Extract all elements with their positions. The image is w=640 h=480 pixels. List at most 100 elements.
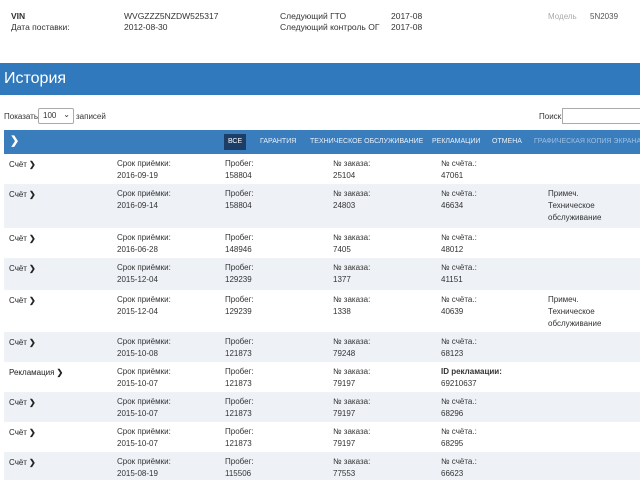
invoice-number-cell: № счёта.: 66623 — [441, 456, 477, 480]
table-row: Счёт ❯ Срок приёмки: 2016-09-19 Пробег: 15880… — [4, 154, 640, 184]
order-number-cell: № заказа: 79248 — [333, 336, 370, 360]
vin-value: WVGZZZ5NZDW525317 — [124, 11, 219, 21]
order-number-value: 1338 — [333, 307, 351, 316]
mileage-value: 129239 — [225, 275, 252, 284]
vin-label: VIN — [11, 11, 26, 21]
table-row: Счёт ❯ Срок приёмки: 2016-09-14 Пробег: 15880… — [4, 184, 640, 228]
note-cell: Примеч. Техническое обслуживание — [548, 294, 628, 330]
order-number-cell: № заказа: 79197 — [333, 366, 370, 390]
order-number-cell: № заказа: 1377 — [333, 262, 370, 286]
invoice-number-label: ID рекламации: — [441, 367, 502, 376]
row-type-label: Рекламация — [9, 368, 55, 377]
table-row: Рекламация ❯ Срок приёмки: 2015-10-07 Пробег… — [4, 362, 640, 392]
mileage-label: Пробег: — [225, 337, 254, 346]
expand-chevron-icon[interactable]: ❯ — [10, 134, 19, 147]
order-number-value: 79197 — [333, 379, 356, 388]
tab-maintenance[interactable]: Техническое обслуживание — [306, 134, 427, 150]
row-type-link[interactable]: Счёт ❯ — [9, 458, 36, 467]
invoice-number-label: № счёта.: — [441, 427, 477, 436]
chevron-right-icon: ❯ — [28, 428, 36, 437]
invoice-number-cell: № счёта.: 47061 — [441, 158, 477, 182]
row-type-label: Счёт — [9, 428, 27, 437]
mileage-label: Пробег: — [225, 367, 254, 376]
receipt-date-label: Срок приёмки: — [117, 457, 171, 466]
next-og-value: 2017-08 — [391, 22, 423, 32]
table-row: Счёт ❯ Срок приёмки: 2015-10-08 Пробег: 12187… — [4, 332, 640, 362]
table-row: Счёт ❯ Срок приёмки: 2016-06-28 Пробег: 14894… — [4, 228, 640, 258]
history-title: История — [4, 70, 67, 87]
filter-bar: ❯ Все Гарантия Техническое обслуживание … — [4, 130, 640, 154]
row-type-label: Счёт — [9, 398, 27, 407]
next-gto-label: Следующий ГТО — [280, 11, 347, 21]
chevron-right-icon: ❯ — [28, 296, 36, 305]
row-type-label: Счёт — [9, 338, 27, 347]
table-row: Счёт ❯ Срок приёмки: 2015-10-07 Пробег: 12187… — [4, 392, 640, 422]
receipt-date-value: 2016-09-19 — [117, 171, 158, 180]
receipt-date-value: 2015-12-04 — [117, 275, 158, 284]
row-type-label: Счёт — [9, 264, 27, 273]
order-number-value: 25104 — [333, 171, 356, 180]
invoice-number-label: № счёта.: — [441, 189, 477, 198]
mileage-label: Пробег: — [225, 427, 254, 436]
row-type-link[interactable]: Счёт ❯ — [9, 428, 36, 437]
mileage-label: Пробег: — [225, 263, 254, 272]
order-number-value: 79197 — [333, 439, 356, 448]
receipt-date-value: 2016-09-14 — [117, 201, 158, 210]
note-label: Примеч. — [548, 295, 579, 304]
records-label: записей — [76, 112, 106, 121]
mileage-cell: Пробег: 115506 — [225, 456, 254, 480]
receipt-date-label: Срок приёмки: — [117, 397, 171, 406]
row-type-link[interactable]: Рекламация ❯ — [9, 368, 63, 377]
chevron-right-icon: ❯ — [28, 190, 36, 199]
tab-screenshot[interactable]: Графическая копия экрана — [530, 134, 640, 150]
tab-cancel[interactable]: Отмена — [488, 134, 526, 150]
invoice-number-value: 66623 — [441, 469, 464, 478]
mileage-value: 121873 — [225, 349, 252, 358]
receipt-date-label: Срок приёмки: — [117, 263, 171, 272]
row-type-label: Счёт — [9, 190, 27, 199]
tab-all[interactable]: Все — [224, 134, 247, 150]
table-row: Счёт ❯ Срок приёмки: 2015-12-04 Пробег: 12923… — [4, 290, 640, 332]
mileage-value: 158804 — [225, 171, 252, 180]
row-type-link[interactable]: Счёт ❯ — [9, 190, 36, 199]
records-per-page-select[interactable]: 100 ⌄ — [38, 108, 74, 124]
invoice-number-value: 47061 — [441, 171, 464, 180]
row-type-link[interactable]: Счёт ❯ — [9, 398, 36, 407]
chevron-right-icon: ❯ — [56, 368, 64, 377]
mileage-value: 129239 — [225, 307, 252, 316]
chevron-right-icon: ❯ — [28, 264, 36, 273]
tab-complaints[interactable]: Рекламации — [428, 134, 484, 150]
order-number-cell: № заказа: 7405 — [333, 232, 370, 256]
order-number-label: № заказа: — [333, 427, 371, 436]
chevron-right-icon: ❯ — [28, 234, 36, 243]
order-number-value: 1377 — [333, 275, 351, 284]
table-row: Счёт ❯ Срок приёмки: 2015-08-19 Пробег: 11550… — [4, 452, 640, 480]
search-input[interactable] — [562, 108, 640, 124]
delivery-date-value: 2012-08-30 — [124, 22, 168, 32]
invoice-number-value: 68295 — [441, 439, 464, 448]
row-type-link[interactable]: Счёт ❯ — [9, 234, 36, 243]
mileage-cell: Пробег: 121873 — [225, 396, 254, 420]
order-number-cell: № заказа: 77553 — [333, 456, 370, 480]
row-type-link[interactable]: Счёт ❯ — [9, 338, 36, 347]
row-type-label: Счёт — [9, 160, 27, 169]
mileage-value: 115506 — [225, 469, 252, 478]
row-type-link[interactable]: Счёт ❯ — [9, 160, 36, 169]
model-label: Модель — [548, 12, 577, 21]
row-type-label: Счёт — [9, 296, 27, 305]
chevron-right-icon: ❯ — [28, 338, 36, 347]
invoice-number-value: 48012 — [441, 245, 464, 254]
note-value: Техническое обслуживание — [548, 201, 602, 222]
receipt-date-label: Срок приёмки: — [117, 367, 171, 376]
receipt-date-value: 2015-10-08 — [117, 349, 158, 358]
receipt-date-value: 2015-10-07 — [117, 439, 158, 448]
mileage-label: Пробег: — [225, 397, 254, 406]
table-row: Счёт ❯ Срок приёмки: 2015-10-07 Пробег: 12187… — [4, 422, 640, 452]
row-type-link[interactable]: Счёт ❯ — [9, 296, 36, 305]
next-gto-value: 2017-08 — [391, 11, 423, 21]
invoice-number-cell: № счёта.: 68123 — [441, 336, 477, 360]
row-type-label: Счёт — [9, 458, 27, 467]
row-type-link[interactable]: Счёт ❯ — [9, 264, 36, 273]
tab-warranty[interactable]: Гарантия — [256, 134, 300, 150]
receipt-date-cell: Срок приёмки: 2015-12-04 — [117, 262, 171, 286]
